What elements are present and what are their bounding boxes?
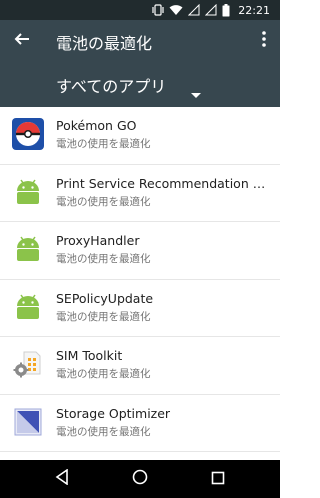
app-status: 電池の使用を最適化 — [56, 368, 151, 380]
list-item[interactable]: Storage Optimizer 電池の使用を最適化 — [0, 395, 280, 452]
list-item[interactable]: Pokémon GO 電池の使用を最適化 — [0, 107, 280, 165]
toolbar: 電池の最適化 — [0, 20, 280, 63]
pokeball-icon — [12, 118, 44, 150]
android-icon — [12, 233, 44, 265]
list-item[interactable]: Print Service Recommendation Servi.. 電池の… — [0, 165, 280, 222]
list-item[interactable]: SIM Toolkit 電池の使用を最適化 — [0, 337, 280, 395]
vibrate-icon — [152, 4, 164, 16]
sim-toolkit-icon — [12, 348, 44, 380]
app-status: 電池の使用を最適化 — [56, 195, 151, 208]
app-name: Print Service Recommendation Servi.. — [56, 175, 268, 191]
status-bar: 22:21 — [0, 0, 280, 20]
status-icons: 22:21 — [152, 2, 270, 18]
status-time: 22:21 — [238, 3, 270, 17]
list-item[interactable]: ProxyHandler 電池の使用を最適化 — [0, 222, 280, 280]
app-name: Storage Optimizer — [56, 405, 171, 421]
app-list: Pokémon GO 電池の使用を最適化 Print Service Recom… — [0, 107, 280, 460]
battery-icon — [222, 3, 230, 17]
filter-bar: すべてのアプリ — [0, 63, 280, 107]
app-status: 電池の使用を最適化 — [56, 310, 151, 323]
app-status: 電池の使用を最適化 — [56, 425, 151, 438]
recents-square-icon — [211, 470, 225, 489]
nav-back-button[interactable] — [50, 467, 74, 491]
wifi-icon — [169, 4, 183, 16]
page-title: 電池の最適化 — [56, 34, 153, 53]
nav-home-button[interactable] — [128, 467, 152, 491]
nav-recents-button[interactable] — [206, 467, 230, 491]
more-vert-icon — [262, 31, 266, 51]
back-triangle-icon — [55, 468, 69, 489]
app-name: SIM Toolkit — [56, 348, 123, 363]
back-button[interactable] — [8, 27, 36, 55]
list-item[interactable]: SEPolicyUpdate 電池の使用を最適化 — [0, 280, 280, 337]
screen: 22:21 電池の最適化 すべてのアプリ Pokémon GO 電池の使用を最適… — [0, 0, 280, 498]
dropdown-arrow-icon — [191, 83, 201, 102]
app-name: SEPolicyUpdate — [56, 290, 154, 306]
app-filter-dropdown[interactable]: すべてのアプリ — [56, 69, 216, 101]
filter-selected-label: すべてのアプリ — [56, 77, 167, 96]
signal-2-icon — [205, 4, 217, 16]
home-circle-icon — [132, 469, 148, 489]
app-name: ProxyHandler — [56, 233, 140, 248]
android-icon — [12, 176, 44, 208]
signal-icon — [188, 4, 200, 16]
navigation-bar — [0, 460, 280, 498]
app-name: Pokémon GO — [56, 118, 137, 133]
overflow-menu-button[interactable] — [252, 27, 276, 55]
android-icon — [12, 291, 44, 323]
arrow-back-icon — [14, 31, 30, 51]
app-status: 電池の使用を最適化 — [56, 253, 151, 265]
storage-optimizer-icon — [12, 406, 44, 438]
app-status: 電池の使用を最適化 — [56, 138, 151, 150]
